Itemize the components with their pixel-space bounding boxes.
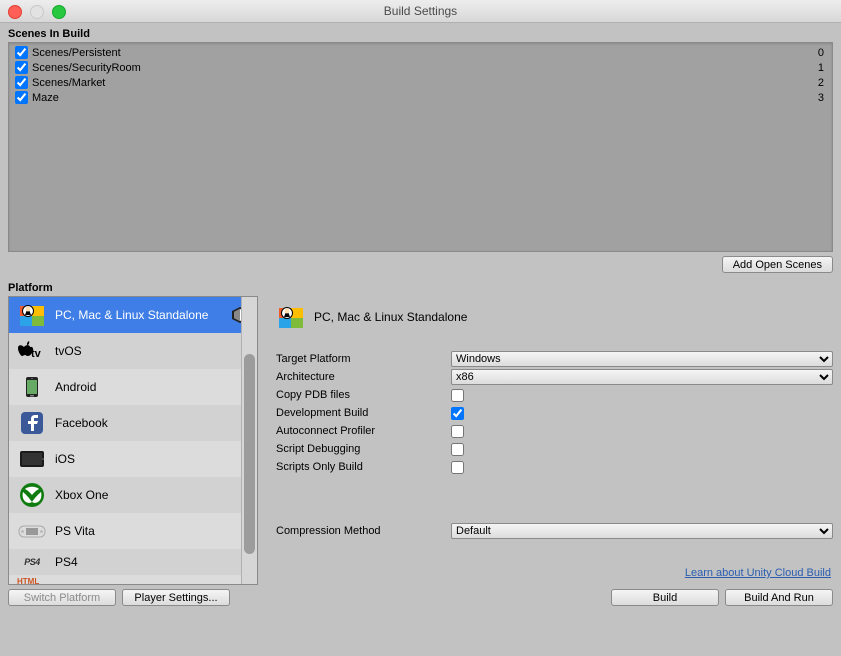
window-controls bbox=[8, 5, 66, 19]
scene-label: Scenes/Market bbox=[32, 77, 818, 89]
standalone-icon bbox=[276, 302, 306, 332]
platform-label: Facebook bbox=[55, 416, 249, 430]
scene-checkbox[interactable] bbox=[15, 46, 28, 59]
add-open-scenes-button[interactable]: Add Open Scenes bbox=[722, 256, 833, 273]
row-architecture: Architecture x86 bbox=[276, 368, 833, 386]
row-target-platform: Target Platform Windows bbox=[276, 350, 833, 368]
build-button[interactable]: Build bbox=[611, 589, 719, 606]
row-script-debug: Script Debugging bbox=[276, 440, 833, 458]
scene-row[interactable]: Scenes/Market 2 bbox=[9, 75, 832, 90]
scene-row[interactable]: Scenes/SecurityRoom 1 bbox=[9, 60, 832, 75]
label-architecture: Architecture bbox=[276, 371, 451, 383]
scene-label: Scenes/Persistent bbox=[32, 47, 818, 59]
platform-scrollbar[interactable] bbox=[241, 297, 257, 584]
window-title: Build Settings bbox=[384, 4, 457, 18]
scene-checkbox[interactable] bbox=[15, 61, 28, 74]
facebook-icon bbox=[17, 408, 47, 438]
platform-label: PS Vita bbox=[55, 524, 249, 538]
platform-item-tvos[interactable]: tv tvOS bbox=[9, 333, 257, 369]
psvita-icon bbox=[17, 516, 47, 546]
player-settings-button[interactable]: Player Settings... bbox=[122, 589, 230, 606]
platform-item-facebook[interactable]: Facebook bbox=[9, 405, 257, 441]
checkbox-script-debug[interactable] bbox=[451, 443, 464, 456]
checkbox-dev-build[interactable] bbox=[451, 407, 464, 420]
label-compression: Compression Method bbox=[276, 525, 451, 537]
scene-label: Scenes/SecurityRoom bbox=[32, 62, 818, 74]
titlebar: Build Settings bbox=[0, 0, 841, 23]
appletv-icon: tv bbox=[17, 336, 47, 366]
scenes-header: Scenes In Build bbox=[0, 23, 841, 42]
settings-title: PC, Mac & Linux Standalone bbox=[314, 310, 467, 324]
platform-label: tvOS bbox=[55, 344, 249, 358]
label-autoconnect: Autoconnect Profiler bbox=[276, 425, 451, 437]
scene-checkbox[interactable] bbox=[15, 91, 28, 104]
svg-text:tv: tv bbox=[31, 348, 42, 360]
checkbox-autoconnect[interactable] bbox=[451, 425, 464, 438]
scenes-list[interactable]: Scenes/Persistent 0 Scenes/SecurityRoom … bbox=[8, 42, 833, 252]
checkbox-scripts-only[interactable] bbox=[451, 461, 464, 474]
platform-item-psvita[interactable]: PS Vita bbox=[9, 513, 257, 549]
label-script-debug: Script Debugging bbox=[276, 443, 451, 455]
select-target-platform[interactable]: Windows bbox=[451, 351, 833, 367]
html-icon: HTML bbox=[17, 577, 39, 586]
platform-label: iOS bbox=[55, 452, 249, 466]
platform-list[interactable]: PC, Mac & Linux Standalone tv tvOS Andro… bbox=[8, 296, 258, 585]
platform-item-ps4[interactable]: PS4 PS4 bbox=[9, 549, 257, 575]
platform-item-ios[interactable]: iOS bbox=[9, 441, 257, 477]
bottom-bar: Switch Platform Player Settings... Build… bbox=[0, 585, 841, 614]
ios-icon bbox=[17, 444, 47, 474]
scene-row[interactable]: Scenes/Persistent 0 bbox=[9, 45, 832, 60]
settings-panel: PC, Mac & Linux Standalone Target Platfo… bbox=[258, 296, 833, 585]
checkbox-copy-pdb[interactable] bbox=[451, 389, 464, 402]
label-scripts-only: Scripts Only Build bbox=[276, 461, 451, 473]
platform-item-xboxone[interactable]: Xbox One bbox=[9, 477, 257, 513]
platform-item-android[interactable]: Android bbox=[9, 369, 257, 405]
scrollbar-thumb[interactable] bbox=[244, 354, 255, 554]
android-icon bbox=[17, 372, 47, 402]
platform-item-standalone[interactable]: PC, Mac & Linux Standalone bbox=[9, 297, 257, 333]
build-and-run-button[interactable]: Build And Run bbox=[725, 589, 833, 606]
select-compression[interactable]: Default bbox=[451, 523, 833, 539]
minimize-icon[interactable] bbox=[30, 5, 44, 19]
scene-row[interactable]: Maze 3 bbox=[9, 90, 832, 105]
scene-index: 0 bbox=[818, 47, 826, 59]
scene-index: 1 bbox=[818, 62, 826, 74]
platform-label: Android bbox=[55, 380, 249, 394]
label-target-platform: Target Platform bbox=[276, 353, 451, 365]
close-icon[interactable] bbox=[8, 5, 22, 19]
zoom-icon[interactable] bbox=[52, 5, 66, 19]
switch-platform-button[interactable]: Switch Platform bbox=[8, 589, 116, 606]
label-copy-pdb: Copy PDB files bbox=[276, 389, 451, 401]
scene-index: 3 bbox=[818, 92, 826, 104]
row-copy-pdb: Copy PDB files bbox=[276, 386, 833, 404]
standalone-icon bbox=[17, 300, 47, 330]
label-dev-build: Development Build bbox=[276, 407, 451, 419]
ps4-icon: PS4 bbox=[17, 547, 47, 577]
select-architecture[interactable]: x86 bbox=[451, 369, 833, 385]
cloud-build-link[interactable]: Learn about Unity Cloud Build bbox=[276, 567, 833, 579]
row-autoconnect: Autoconnect Profiler bbox=[276, 422, 833, 440]
row-dev-build: Development Build bbox=[276, 404, 833, 422]
platform-label: Xbox One bbox=[55, 488, 249, 502]
scene-checkbox[interactable] bbox=[15, 76, 28, 89]
row-compression: Compression Method Default bbox=[276, 522, 833, 540]
row-scripts-only: Scripts Only Build bbox=[276, 458, 833, 476]
platform-label: PC, Mac & Linux Standalone bbox=[55, 308, 231, 322]
platform-label: PS4 bbox=[55, 555, 249, 569]
platform-header: Platform bbox=[0, 277, 841, 296]
scene-label: Maze bbox=[32, 92, 818, 104]
xbox-icon bbox=[17, 480, 47, 510]
scene-index: 2 bbox=[818, 77, 826, 89]
